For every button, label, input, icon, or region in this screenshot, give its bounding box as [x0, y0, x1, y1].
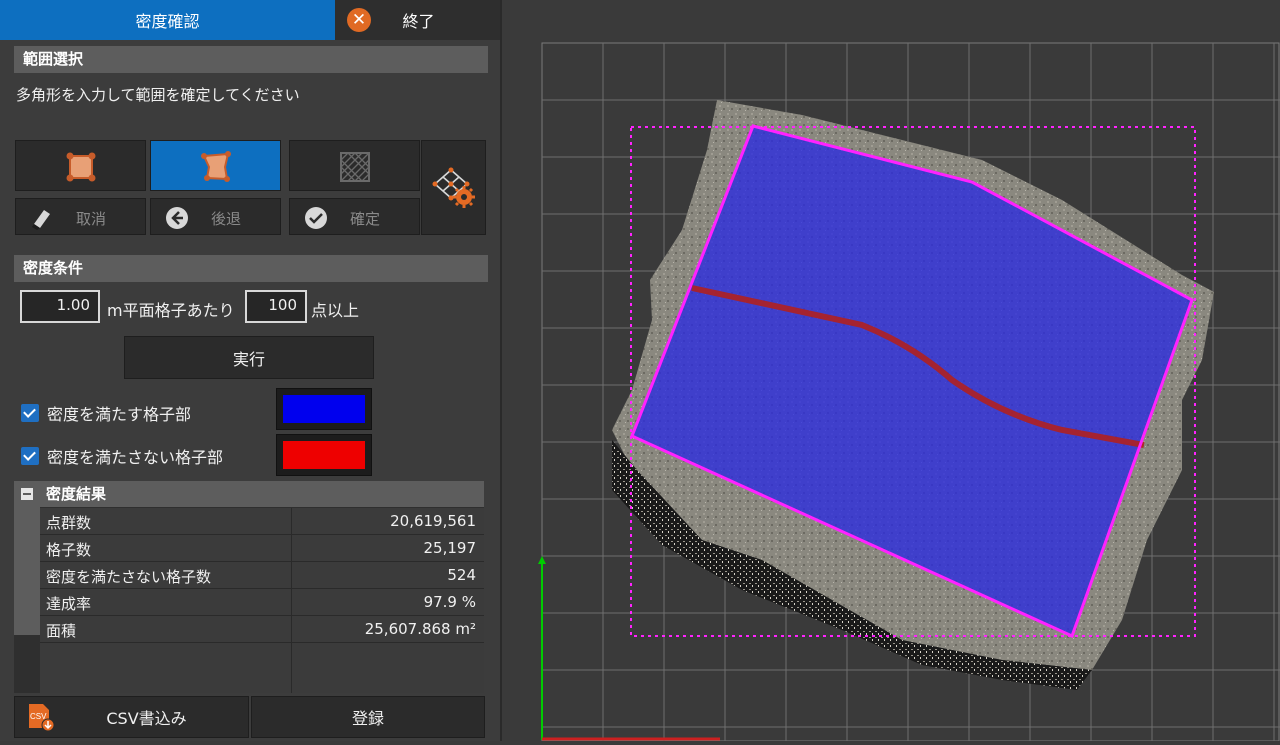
fail-color-button[interactable] — [276, 434, 372, 476]
table-row: 格子数 25,197 — [40, 535, 484, 562]
polygon-mode-button[interactable] — [150, 140, 281, 191]
run-button[interactable]: 実行 — [124, 336, 374, 379]
rectangle-select-icon — [66, 152, 96, 182]
close-icon: ✕ — [347, 8, 371, 32]
confirm-label: 確定 — [350, 210, 381, 228]
table-row: 面積 25,607.868 m² — [40, 616, 484, 643]
cancel-label: 取消 — [76, 210, 107, 228]
polygon-select-icon — [201, 151, 231, 182]
exit-label: 終了 — [402, 12, 435, 31]
csv-export-button[interactable]: CSV CSV書込み — [14, 696, 249, 738]
results-title: 密度結果 — [46, 485, 107, 503]
grid-size-input[interactable]: 1.00 — [20, 290, 100, 323]
side-panel: 密度確認 ✕ 終了 範囲選択 多角形を入力して範囲を確定してください 取消 後退… — [0, 0, 502, 741]
top-bar: 密度確認 ✕ 終了 — [0, 0, 500, 40]
fail-checkbox[interactable] — [21, 447, 39, 465]
section-density: 密度条件 — [14, 255, 488, 282]
register-button[interactable]: 登録 — [251, 696, 485, 738]
tab-density-check[interactable]: 密度確認 — [0, 0, 335, 40]
satisfy-color-button[interactable] — [276, 388, 372, 430]
y-axis-arrow — [538, 556, 546, 564]
table-row-empty — [40, 643, 484, 693]
satisfy-checkbox[interactable] — [21, 404, 39, 422]
grid-settings-icon — [432, 167, 475, 208]
confirm-button[interactable]: 確定 — [289, 198, 420, 235]
results-header[interactable]: 密度結果 — [14, 481, 484, 507]
exit-button[interactable]: ✕ 終了 — [337, 0, 500, 40]
points-label: 点以上 — [311, 301, 360, 320]
cancel-button[interactable]: 取消 — [15, 198, 146, 235]
grid-pattern-icon — [340, 152, 370, 182]
collapse-icon[interactable] — [21, 488, 33, 500]
per-grid-label: m平面格子あたり — [107, 301, 235, 320]
back-arrow-icon — [166, 207, 188, 229]
table-row: 点群数 20,619,561 — [40, 508, 484, 535]
grid-mode-button[interactable] — [289, 140, 420, 191]
rectangle-mode-button[interactable] — [15, 140, 146, 191]
grid-settings-button[interactable] — [421, 140, 486, 235]
csv-file-icon: CSV — [29, 704, 55, 732]
fail-color-swatch — [283, 441, 365, 469]
undo-label: 後退 — [211, 210, 242, 228]
viewport-3d[interactable] — [502, 0, 1280, 742]
section-range: 範囲選択 — [14, 46, 488, 73]
satisfy-label: 密度を満たす格子部 — [47, 405, 192, 424]
fail-label: 密度を満たさない格子部 — [47, 448, 224, 467]
table-row: 達成率 97.9 % — [40, 589, 484, 616]
undo-button[interactable]: 後退 — [150, 198, 281, 235]
satisfy-color-swatch — [283, 395, 365, 423]
check-circle-icon — [305, 207, 327, 229]
eraser-icon — [32, 210, 50, 230]
range-hint: 多角形を入力して範囲を確定してください — [16, 86, 300, 104]
table-row: 密度を満たさない格子数 524 — [40, 562, 484, 589]
csv-label: CSV書込み — [106, 709, 187, 728]
min-points-input[interactable]: 100 — [245, 290, 307, 323]
point-cloud-view[interactable] — [502, 0, 1280, 742]
results-gutter — [14, 507, 40, 635]
